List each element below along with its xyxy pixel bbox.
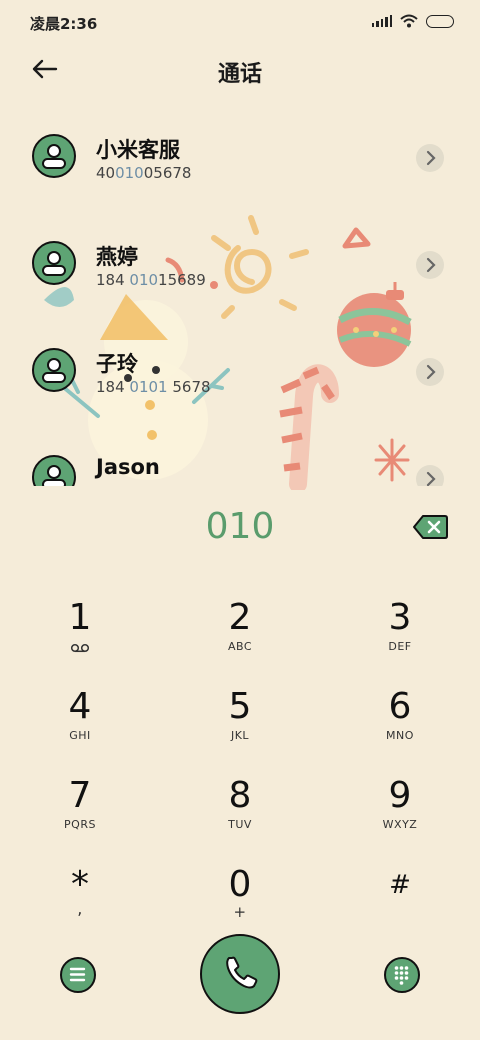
status-bar: 凌晨2:36 bbox=[0, 0, 480, 44]
contact-name: 小米客服 bbox=[96, 138, 180, 162]
chevron-right-icon[interactable] bbox=[416, 358, 444, 386]
voicemail-icon bbox=[70, 643, 90, 653]
contact-item[interactable]: Jason bbox=[0, 441, 480, 486]
status-time: 凌晨2:36 bbox=[30, 15, 98, 33]
key-letters: , bbox=[77, 899, 83, 918]
avatar bbox=[32, 455, 76, 486]
battery-icon bbox=[426, 14, 454, 28]
key-star[interactable]: * , bbox=[20, 865, 140, 945]
phone-icon bbox=[226, 956, 258, 989]
header: 通话 bbox=[0, 44, 480, 100]
key-0[interactable]: 0 + bbox=[180, 865, 300, 945]
key-digit: 6 bbox=[388, 686, 412, 727]
contact-name: 子玲 bbox=[96, 352, 138, 376]
key-letters: + bbox=[233, 903, 247, 921]
key-letters: PQRS bbox=[64, 818, 96, 831]
contact-number: 184 01015689 bbox=[96, 271, 206, 289]
avatar bbox=[32, 241, 76, 285]
key-digit: 7 bbox=[68, 775, 92, 816]
key-digit: 8 bbox=[228, 775, 252, 816]
contact-item[interactable]: 小米客服 4001005678 bbox=[0, 120, 480, 210]
key-digit: 5 bbox=[228, 686, 252, 727]
contact-item[interactable]: 子玲 184 0101 5678 bbox=[0, 334, 480, 424]
key-digit: 1 bbox=[68, 597, 92, 638]
key-letters: TUV bbox=[228, 818, 252, 831]
key-1[interactable]: 1 bbox=[20, 598, 140, 678]
wifi-icon bbox=[400, 14, 418, 28]
key-letters: WXYZ bbox=[382, 818, 418, 831]
key-3[interactable]: 3 DEF bbox=[340, 598, 460, 678]
status-icons bbox=[371, 14, 454, 28]
key-letters: JKL bbox=[230, 729, 250, 742]
key-letters: MNO bbox=[386, 729, 414, 742]
key-digit: 3 bbox=[388, 597, 412, 638]
key-letters: DEF bbox=[388, 640, 412, 653]
contact-name: Jason bbox=[96, 455, 160, 479]
key-digit: 0 bbox=[228, 864, 252, 905]
key-8[interactable]: 8 TUV bbox=[180, 776, 300, 856]
key-letters: GHI bbox=[69, 729, 91, 742]
backspace-icon[interactable] bbox=[412, 514, 448, 540]
call-button[interactable] bbox=[200, 934, 280, 1014]
dialpad-button[interactable] bbox=[384, 957, 420, 993]
contact-number: 4001005678 bbox=[96, 164, 192, 182]
key-hash[interactable]: # bbox=[340, 865, 460, 945]
key-4[interactable]: 4 GHI bbox=[20, 687, 140, 767]
key-5[interactable]: 5 JKL bbox=[180, 687, 300, 767]
menu-icon bbox=[69, 967, 86, 982]
dialpad-icon bbox=[394, 966, 409, 985]
menu-button[interactable] bbox=[60, 957, 96, 993]
contact-item[interactable]: 燕婷 184 01015689 bbox=[0, 227, 480, 317]
key-digit: 9 bbox=[388, 775, 412, 816]
avatar bbox=[32, 134, 76, 178]
chevron-right-icon[interactable] bbox=[416, 251, 444, 279]
key-digit: 4 bbox=[68, 686, 92, 727]
signal-icon bbox=[371, 15, 392, 27]
key-digit: # bbox=[389, 870, 411, 900]
contact-number: 184 0101 5678 bbox=[96, 378, 211, 396]
contact-name: 燕婷 bbox=[96, 245, 138, 269]
chevron-right-icon[interactable] bbox=[416, 465, 444, 486]
avatar bbox=[32, 348, 76, 392]
key-digit: 2 bbox=[228, 597, 252, 638]
chevron-right-icon[interactable] bbox=[416, 144, 444, 172]
key-letters: ABC bbox=[227, 640, 253, 653]
contact-list: 小米客服 4001005678 燕婷 184 01015689 子玲 184 0… bbox=[0, 120, 480, 486]
key-6[interactable]: 6 MNO bbox=[340, 687, 460, 767]
page-title: 通话 bbox=[217, 62, 262, 87]
dialed-number: 010 bbox=[205, 506, 275, 547]
key-9[interactable]: 9 WXYZ bbox=[340, 776, 460, 856]
key-2[interactable]: 2 ABC bbox=[180, 598, 300, 678]
key-7[interactable]: 7 PQRS bbox=[20, 776, 140, 856]
